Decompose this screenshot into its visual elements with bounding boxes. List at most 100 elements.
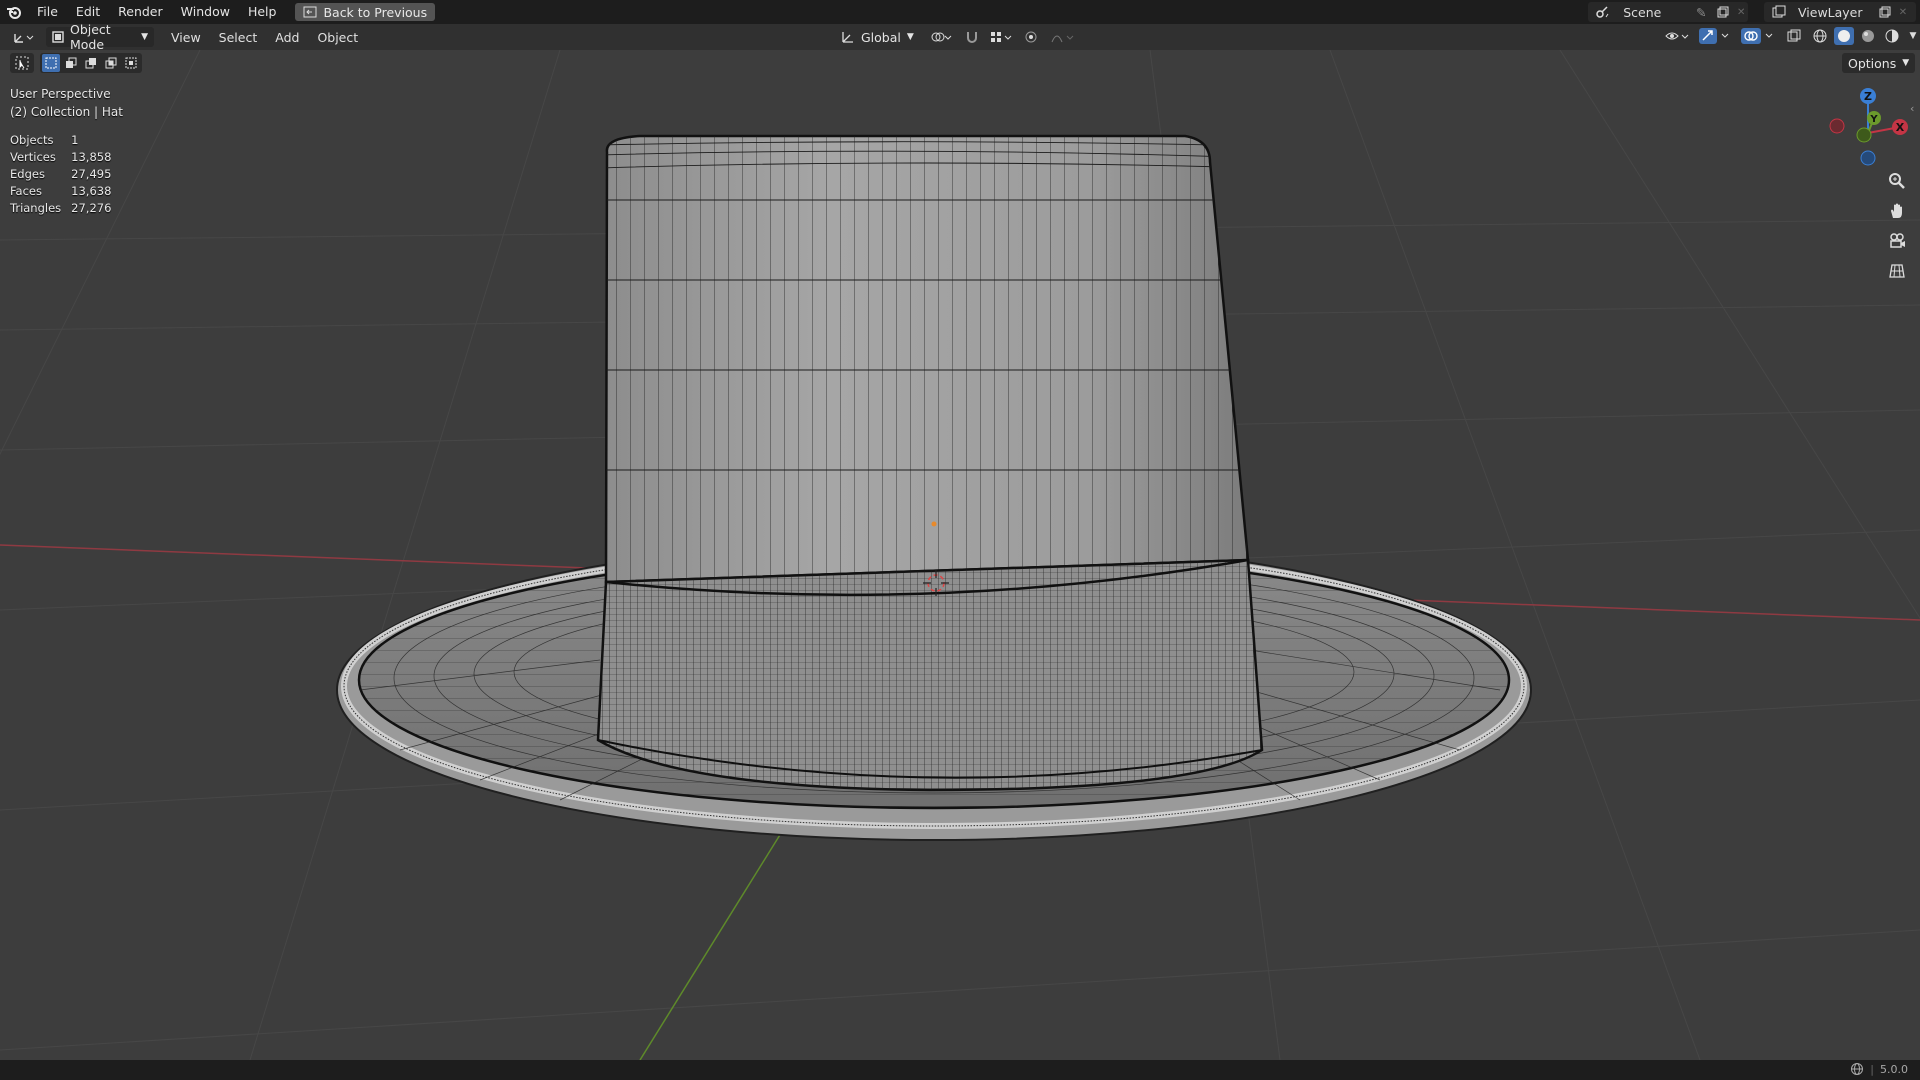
- stat-value: 13,858: [71, 149, 112, 164]
- new-view-layer-icon[interactable]: [1874, 6, 1896, 18]
- zoom-icon: [1888, 172, 1906, 190]
- pan-button[interactable]: [1883, 198, 1911, 224]
- stat-label: Edges: [10, 166, 45, 181]
- menu-edit[interactable]: Edit: [67, 0, 109, 24]
- pivot-point-icon[interactable]: [926, 30, 956, 44]
- viewport-header: Object Mode ▼ View Select Add Object Glo…: [0, 22, 1920, 52]
- wireframe-shading-icon[interactable]: [1810, 29, 1830, 43]
- xray-icon[interactable]: [1782, 29, 1806, 43]
- stat-row: Objects 1: [10, 131, 121, 148]
- gizmo-z-label: Z: [1864, 90, 1872, 103]
- stat-value: 1: [71, 132, 79, 147]
- stat-value: 27,276: [71, 200, 112, 215]
- menu-render[interactable]: Render: [109, 0, 172, 24]
- hat-band: [596, 558, 1264, 792]
- view-name: User Perspective: [10, 87, 111, 101]
- visibility-icon[interactable]: [1662, 29, 1692, 43]
- header-menu-select[interactable]: Select: [210, 30, 267, 45]
- chevron-down-icon: ▼: [141, 32, 148, 42]
- perspective-toggle-button[interactable]: [1883, 258, 1911, 284]
- gizmo-neg-y[interactable]: [1856, 127, 1872, 143]
- options-dropdown[interactable]: Options ▼: [1842, 53, 1916, 73]
- navigation-gizmo[interactable]: Z Y X: [1828, 86, 1908, 166]
- stat-label: Objects: [10, 132, 54, 147]
- active-collection-object: (2) Collection | Hat: [10, 105, 123, 119]
- chevron-down-icon: ▼: [1902, 58, 1910, 68]
- sidebar-expand-arrow[interactable]: ‹: [1910, 102, 1914, 115]
- close-view-layer-icon[interactable]: ✕: [1896, 7, 1910, 18]
- stat-label: Vertices: [10, 149, 56, 164]
- menu-help[interactable]: Help: [239, 0, 286, 24]
- solid-shading-icon[interactable]: [1834, 27, 1854, 45]
- snap-magnet-icon[interactable]: [962, 30, 982, 44]
- transform-controls: Global ▼: [835, 27, 1078, 47]
- gizmo-neg-z[interactable]: [1860, 150, 1876, 166]
- object-origin-marker: [931, 521, 937, 527]
- gizmo-y-label: Y: [1869, 114, 1878, 125]
- mode-dropdown[interactable]: Object Mode ▼: [46, 22, 154, 52]
- shading-options-chevron-icon[interactable]: ▼: [1906, 31, 1920, 41]
- stat-label: Triangles: [10, 200, 62, 215]
- chevron-down-icon: ▼: [906, 32, 914, 42]
- stat-label: Faces: [10, 183, 42, 198]
- scene-icon: [1588, 5, 1617, 19]
- active-tool-button[interactable]: [10, 53, 34, 73]
- status-bar: | 5.0.0: [0, 1060, 1920, 1080]
- header-menu-view[interactable]: View: [162, 30, 210, 45]
- object-mode-icon: [52, 31, 64, 43]
- view-layer-selector[interactable]: ViewLayer ✕: [1764, 2, 1916, 22]
- viewport-canvas[interactable]: [0, 50, 1920, 1060]
- zoom-button[interactable]: [1883, 168, 1911, 194]
- menu-window[interactable]: Window: [172, 0, 239, 24]
- view-layer-icon: [1764, 5, 1794, 19]
- stat-row: Edges 27,495: [10, 165, 121, 182]
- back-icon: [303, 6, 317, 18]
- material-shading-icon[interactable]: [1858, 29, 1878, 43]
- close-scene-icon[interactable]: ✕: [1734, 7, 1748, 18]
- blender-version: 5.0.0: [1880, 1062, 1908, 1076]
- editor-type-icon[interactable]: [8, 30, 40, 44]
- stat-row: Faces 13,638: [10, 182, 121, 199]
- camera-view-button[interactable]: [1883, 228, 1911, 254]
- gizmo-toggle-icon[interactable]: [1696, 28, 1734, 44]
- back-to-previous-button[interactable]: Back to Previous: [295, 3, 436, 21]
- selection-mode-group: [40, 53, 142, 73]
- orientation-dropdown[interactable]: Global ▼: [835, 27, 920, 47]
- hat-crown: [604, 134, 1250, 584]
- options-label: Options: [1848, 55, 1897, 71]
- blender-logo-icon[interactable]: [0, 0, 28, 24]
- camera-icon: [1888, 232, 1906, 250]
- stat-value: 13,638: [71, 183, 112, 198]
- header-menu-add[interactable]: Add: [266, 30, 308, 45]
- snap-increment-icon[interactable]: [988, 30, 1014, 44]
- grid-perspective-icon: [1888, 262, 1906, 280]
- pin-icon[interactable]: ✎: [1691, 5, 1711, 20]
- overlays-icon[interactable]: [1738, 28, 1778, 44]
- proportional-editing-icon[interactable]: [1020, 30, 1042, 44]
- stat-value: 27,495: [71, 166, 112, 181]
- stat-row: Vertices 13,858: [10, 148, 121, 165]
- header-menu-object[interactable]: Object: [308, 30, 367, 45]
- scene-selector[interactable]: Scene ✎ ✕: [1588, 2, 1748, 22]
- gizmo-x-label: X: [1896, 121, 1905, 134]
- gizmo-neg-x[interactable]: [1829, 118, 1845, 134]
- stat-row: Triangles 27,276: [10, 199, 121, 216]
- falloff-icon[interactable]: [1048, 30, 1078, 44]
- back-to-previous-label: Back to Previous: [323, 4, 428, 20]
- network-globe-icon[interactable]: [1850, 1062, 1864, 1076]
- scene-statistics: Objects 1 Vertices 13,858 Edges 27,495 Face…: [10, 131, 121, 216]
- tool-settings-row: [10, 53, 142, 73]
- select-intersect-icon[interactable]: [122, 57, 140, 69]
- menu-file[interactable]: File: [28, 0, 67, 24]
- select-difference-icon[interactable]: [102, 57, 120, 69]
- orientation-label: Global: [861, 29, 901, 45]
- select-set-icon[interactable]: [42, 54, 60, 72]
- scene-name[interactable]: Scene: [1623, 5, 1691, 20]
- hand-icon: [1888, 202, 1906, 220]
- mode-label: Object Mode: [70, 22, 111, 52]
- select-subtract-icon[interactable]: [82, 57, 100, 69]
- select-extend-icon[interactable]: [62, 57, 80, 69]
- rendered-shading-icon[interactable]: [1882, 29, 1902, 43]
- view-layer-name[interactable]: ViewLayer: [1798, 5, 1874, 20]
- new-scene-icon[interactable]: [1711, 6, 1734, 18]
